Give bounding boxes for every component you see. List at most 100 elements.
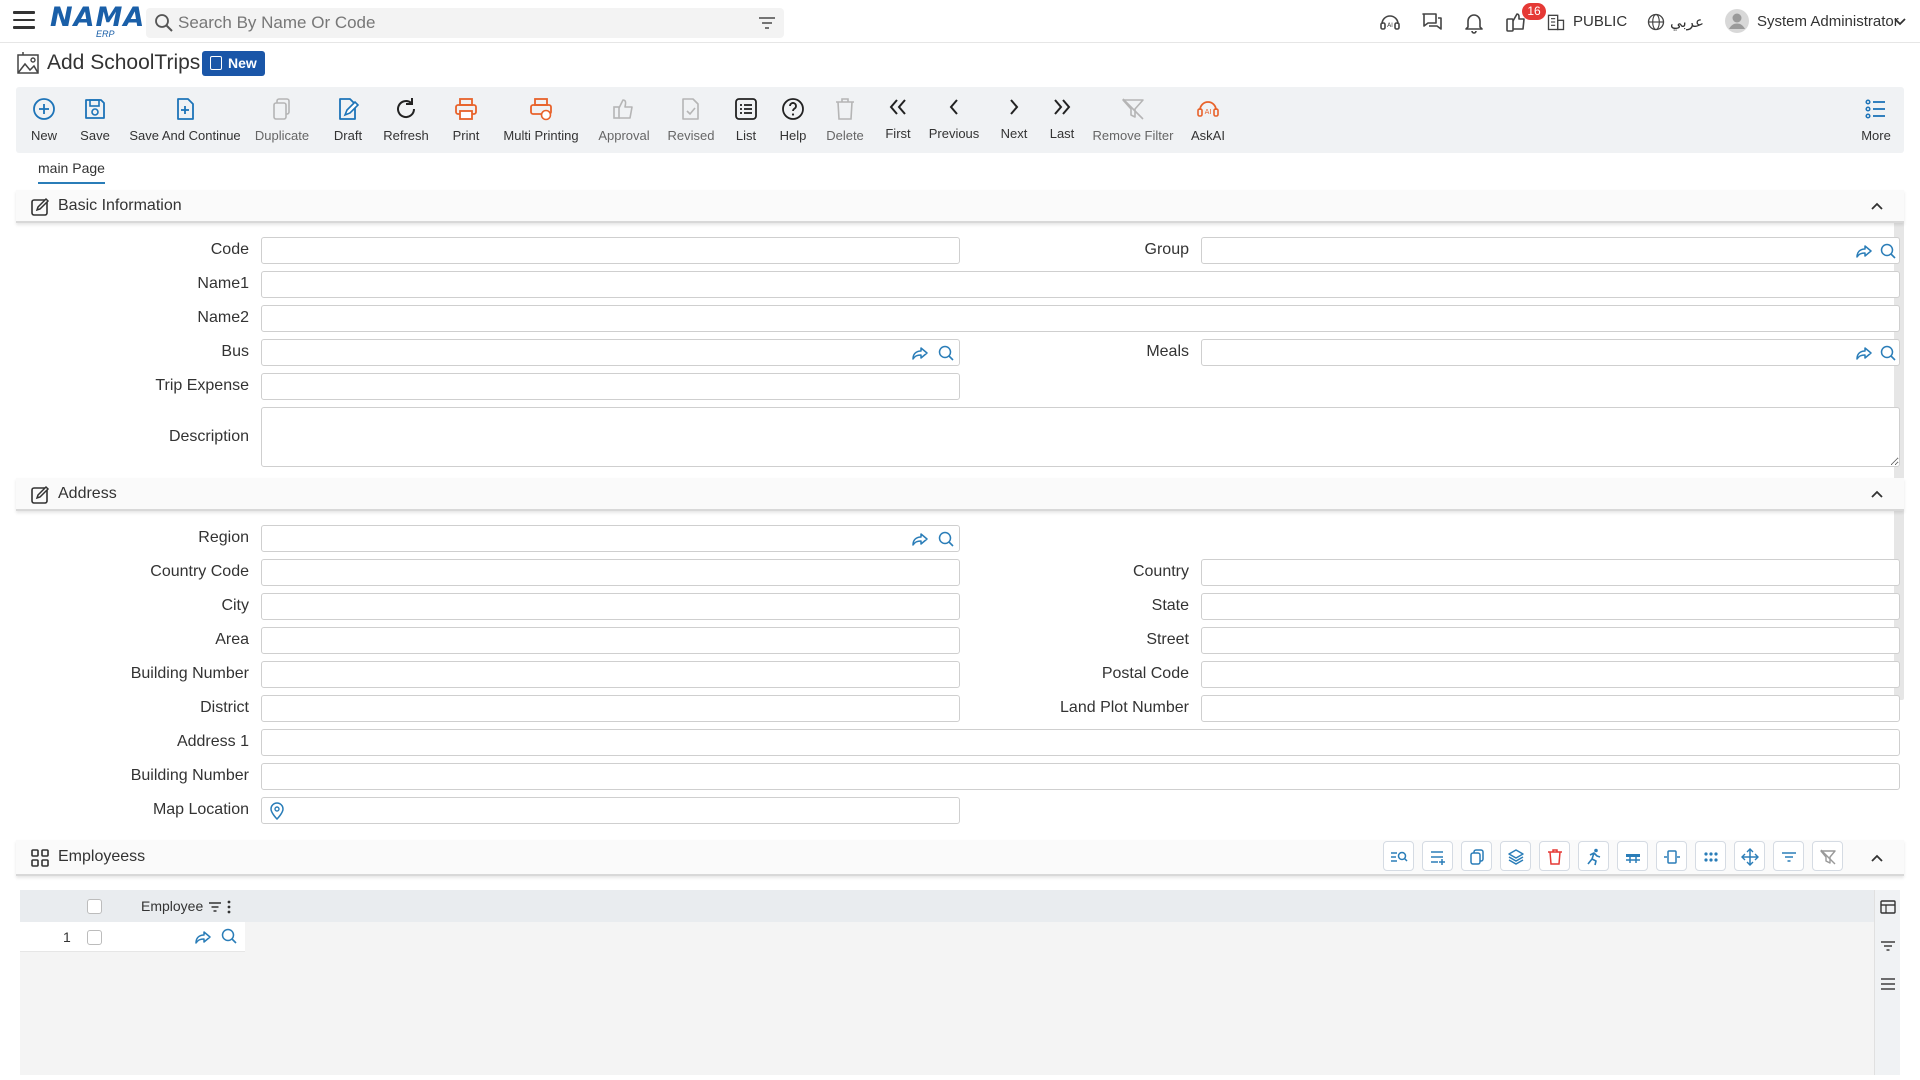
building-number-2-field[interactable] [261, 763, 1900, 790]
postal-code-field[interactable] [1201, 661, 1900, 688]
name1-field[interactable] [261, 271, 1900, 298]
grid-run-button[interactable] [1578, 841, 1609, 871]
more-button[interactable]: More [1858, 87, 1894, 153]
multi-printing-button[interactable]: Multi Printing [500, 87, 582, 153]
meals-field[interactable] [1201, 339, 1900, 366]
save-button[interactable]: Save [76, 87, 114, 153]
share-icon[interactable] [194, 928, 212, 946]
share-icon[interactable] [911, 344, 929, 362]
previous-button[interactable]: Previous [926, 85, 982, 151]
select-all-checkbox[interactable] [87, 899, 102, 914]
grid-copy-button[interactable] [1461, 841, 1492, 871]
askai-button[interactable]: AI AskAI [1186, 87, 1230, 153]
trip-expense-field[interactable] [261, 373, 960, 400]
search-lookup-icon[interactable] [220, 927, 238, 945]
name2-field[interactable] [261, 305, 1900, 332]
menu-icon[interactable] [13, 11, 35, 31]
menu-lines-icon[interactable] [1880, 976, 1896, 992]
trip-expense-label: Trip Expense [155, 377, 249, 394]
chat-icon[interactable] [1420, 10, 1444, 34]
remove-filter-button[interactable]: Remove Filter [1092, 87, 1174, 153]
address1-field[interactable] [261, 729, 1900, 756]
country-code-field[interactable] [261, 559, 960, 586]
grid-add-row-button[interactable] [1422, 841, 1453, 871]
region-field[interactable] [261, 525, 960, 552]
remove-filter-label: Remove Filter [1092, 128, 1174, 143]
basic-information-header[interactable]: Basic Information [16, 190, 1904, 223]
search-lookup-icon[interactable] [937, 530, 955, 548]
first-button[interactable]: First [880, 85, 916, 151]
district-field[interactable] [261, 695, 960, 722]
search-lookup-icon[interactable] [937, 344, 955, 362]
description-field[interactable] [261, 407, 1900, 467]
land-plot-number-field[interactable] [1201, 695, 1900, 722]
map-pin-icon[interactable] [268, 802, 286, 820]
chevron-down-icon[interactable] [1894, 15, 1906, 27]
tab-main-page[interactable]: main Page [38, 160, 105, 184]
share-icon[interactable] [1855, 344, 1873, 362]
delete-button[interactable]: Delete [822, 87, 868, 153]
city-field[interactable] [261, 593, 960, 620]
grid-delete-button[interactable] [1539, 841, 1570, 871]
table-row[interactable]: 1 [20, 922, 245, 952]
new-button[interactable]: New [26, 87, 62, 153]
ai-assistant-icon[interactable]: AI [1378, 10, 1402, 34]
revised-button[interactable]: Revised [666, 87, 716, 153]
grid-fit-button[interactable] [1656, 841, 1687, 871]
column-filter-icon[interactable] [208, 900, 222, 914]
grid-columns-button[interactable] [1617, 841, 1648, 871]
remove-filter-icon [1122, 98, 1144, 120]
next-button[interactable]: Next [996, 85, 1032, 151]
refresh-button[interactable]: Refresh [380, 87, 432, 153]
chevron-up-icon[interactable] [1870, 201, 1884, 211]
draft-button[interactable]: Draft [328, 87, 368, 153]
grid-move-button[interactable] [1734, 841, 1765, 871]
search-lookup-icon[interactable] [1879, 344, 1897, 362]
logo[interactable]: NAMA ERP [50, 4, 144, 40]
grid-filter-button[interactable] [1773, 841, 1804, 871]
chevrons-right-icon [1054, 99, 1071, 115]
map-location-field[interactable] [261, 797, 960, 824]
filter-icon[interactable] [1880, 938, 1896, 954]
building-number-2-label: Building Number [130, 767, 249, 784]
state-field[interactable] [1201, 593, 1900, 620]
bell-icon[interactable] [1462, 10, 1486, 34]
street-field[interactable] [1201, 627, 1900, 654]
list-button[interactable]: List [730, 87, 762, 153]
search-input[interactable] [178, 8, 738, 38]
table-columns-icon[interactable] [1880, 899, 1896, 915]
action-toolbar: New Save Save And Continue Duplicate Dra… [16, 87, 1904, 153]
avatar[interactable] [1724, 8, 1750, 34]
grid-remove-filter-button[interactable] [1812, 841, 1843, 871]
bus-field[interactable] [261, 339, 960, 366]
chevron-up-icon[interactable] [1870, 489, 1884, 499]
column-menu-icon[interactable] [226, 899, 232, 915]
help-button[interactable]: Help [776, 87, 810, 153]
share-icon[interactable] [911, 530, 929, 548]
grid-layers-button[interactable] [1500, 841, 1531, 871]
address-header[interactable]: Address [16, 478, 1904, 511]
branch-label[interactable]: PUBLIC [1573, 13, 1627, 30]
last-button[interactable]: Last [1044, 85, 1080, 151]
country-field[interactable] [1201, 559, 1900, 586]
duplicate-button[interactable]: Duplicate [254, 87, 310, 153]
chevron-up-icon[interactable] [1870, 853, 1884, 863]
row-checkbox[interactable] [87, 930, 102, 945]
building-number-field[interactable] [261, 661, 960, 688]
print-button[interactable]: Print [446, 87, 486, 153]
filter-icon[interactable] [758, 14, 776, 32]
group-field[interactable] [1201, 237, 1900, 264]
area-field[interactable] [261, 627, 960, 654]
globe-icon[interactable] [1646, 10, 1666, 34]
code-field[interactable] [261, 237, 960, 264]
approval-button[interactable]: Approval [596, 87, 652, 153]
share-icon[interactable] [1855, 242, 1873, 260]
language-switch[interactable]: عربي [1670, 13, 1704, 31]
grid-search-button[interactable] [1383, 841, 1414, 871]
column-employee-header[interactable]: Employee [141, 898, 203, 914]
search-lookup-icon[interactable] [1879, 242, 1897, 260]
grid-options-button[interactable] [1695, 841, 1726, 871]
save-and-continue-button[interactable]: Save And Continue [129, 87, 241, 153]
duplicate-label: Duplicate [254, 128, 310, 143]
user-name[interactable]: System Administrator [1757, 13, 1899, 30]
